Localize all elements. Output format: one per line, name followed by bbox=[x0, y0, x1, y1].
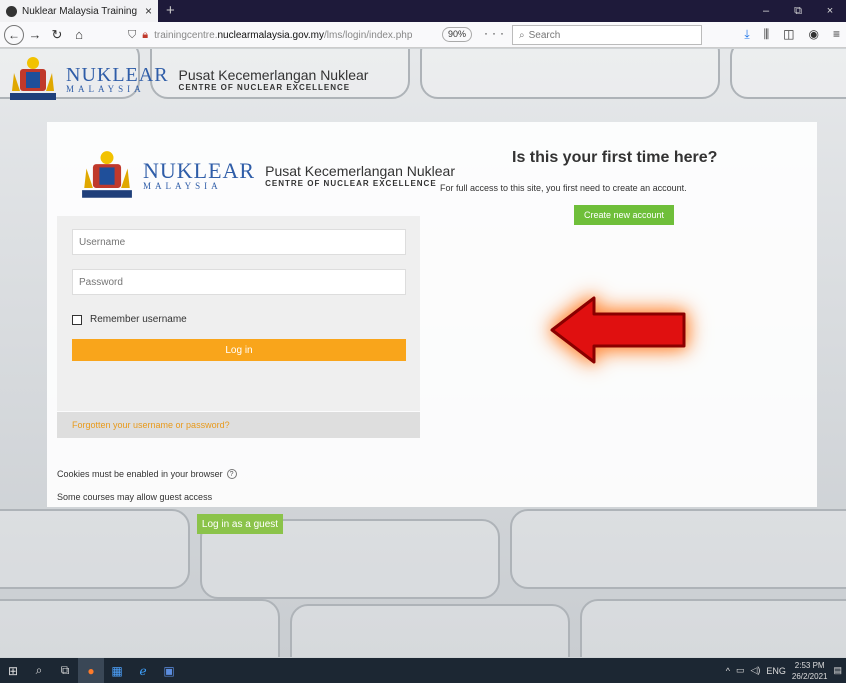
forgot-password-strip: Forgotten your username or password? bbox=[57, 412, 420, 438]
tab-close-icon[interactable]: × bbox=[145, 4, 152, 18]
menu-icon[interactable]: ≡ bbox=[833, 27, 840, 42]
network-icon[interactable]: ▭ bbox=[736, 665, 745, 676]
login-button[interactable]: Log in bbox=[72, 339, 406, 361]
remember-checkbox[interactable] bbox=[72, 314, 82, 325]
guest-access-note: Some courses may allow guest access bbox=[57, 492, 213, 502]
red-arrow-annotation-icon bbox=[550, 296, 686, 364]
reload-icon[interactable]: ↻ bbox=[46, 27, 68, 43]
remember-label: Remember username bbox=[90, 314, 187, 325]
brick-decoration bbox=[580, 599, 846, 657]
navigation-bar: ← → ↻ ⌂ ⛉ 🔒︎ trainingcentre.nuclearmalay… bbox=[0, 22, 846, 48]
site-header[interactable]: NUKLEAR MALAYSIA Pusat Kecemerlangan Nuk… bbox=[6, 55, 368, 103]
create-account-button[interactable]: Create new account bbox=[574, 205, 674, 225]
page-background: NUKLEAR MALAYSIA Pusat Kecemerlangan Nuk… bbox=[0, 49, 846, 657]
nuklear-logo: NUKLEAR MALAYSIA bbox=[66, 63, 169, 94]
zoom-indicator[interactable]: 90% bbox=[442, 27, 473, 42]
windows-taskbar: ⊞ ⌕ ⧉ ● ▦ ℯ ▣ ^ ▭ ◁) ENG 2:53 PM 26/2/20… bbox=[0, 658, 846, 683]
account-icon[interactable]: ◉ bbox=[809, 27, 819, 42]
minimize-icon[interactable]: – bbox=[750, 0, 782, 22]
forgot-password-link[interactable]: Forgotten your username or password? bbox=[72, 420, 230, 430]
url-text: trainingcentre.nuclearmalaysia.gov.my/lm… bbox=[154, 29, 413, 41]
home-icon[interactable]: ⌂ bbox=[68, 27, 90, 42]
help-icon[interactable]: ? bbox=[226, 469, 237, 479]
brick-decoration bbox=[0, 509, 190, 589]
word-icon[interactable]: ▣ bbox=[156, 658, 182, 683]
brick-decoration bbox=[730, 49, 846, 99]
brick-decoration bbox=[510, 509, 846, 589]
first-time-heading: Is this your first time here? bbox=[512, 149, 718, 166]
chevron-up-icon[interactable]: ^ bbox=[726, 666, 730, 676]
username-input[interactable] bbox=[72, 229, 406, 255]
new-tab-button[interactable]: + bbox=[166, 2, 175, 19]
password-input[interactable] bbox=[72, 269, 406, 295]
cookies-text: Cookies must be enabled in your browser bbox=[57, 469, 223, 479]
remember-username[interactable]: Remember username bbox=[72, 314, 187, 325]
library-icon[interactable]: ⫼ bbox=[764, 27, 770, 42]
malaysia-crest-icon bbox=[82, 151, 132, 198]
first-time-text: For full access to this site, you first … bbox=[440, 183, 687, 193]
malaysia-crest-icon bbox=[10, 57, 56, 100]
search-icon[interactable]: ⌕ bbox=[26, 658, 52, 683]
volume-icon[interactable]: ◁) bbox=[750, 665, 760, 676]
sidebar-icon[interactable]: ◫ bbox=[783, 27, 794, 42]
insecure-lock-icon[interactable]: 🔒︎ bbox=[142, 29, 148, 42]
cookies-notice: Cookies must be enabled in your browser … bbox=[57, 469, 237, 479]
search-box[interactable]: ⌕ Search bbox=[512, 25, 702, 45]
clock[interactable]: 2:53 PM 26/2/2021 bbox=[792, 660, 828, 682]
time: 2:53 PM bbox=[794, 660, 825, 670]
card-logo: NUKLEAR MALAYSIA Pusat Kecemerlangan Nuk… bbox=[77, 149, 455, 201]
download-icon[interactable]: ⤓ bbox=[744, 27, 749, 42]
tab-bar: Nuklear Malaysia Training Cent × + – ⧉ × bbox=[0, 0, 846, 22]
guest-login-button[interactable]: Log in as a guest bbox=[197, 514, 283, 534]
forward-icon[interactable]: → bbox=[24, 27, 46, 42]
firefox-icon[interactable]: ● bbox=[78, 658, 104, 683]
nuklear-logo: NUKLEAR MALAYSIA bbox=[143, 157, 256, 191]
system-tray: ^ ▭ ◁) ENG 2:53 PM 26/2/2021 ▤ bbox=[726, 658, 842, 683]
brick-decoration bbox=[0, 599, 280, 657]
centre-name: Pusat Kecemerlangan Nuklear CENTRE OF NU… bbox=[178, 66, 369, 92]
site-favicon-icon bbox=[6, 5, 17, 17]
search-placeholder: Search bbox=[528, 29, 561, 41]
back-button[interactable]: ← bbox=[4, 24, 24, 45]
close-window-icon[interactable]: × bbox=[814, 0, 846, 22]
window-controls: – ⧉ × bbox=[750, 0, 846, 22]
brick-decoration bbox=[420, 49, 720, 99]
back-arrow-icon: ← bbox=[8, 27, 20, 42]
task-view-icon[interactable]: ⧉ bbox=[52, 658, 78, 683]
store-icon[interactable]: ▦ bbox=[104, 658, 130, 683]
login-card: NUKLEAR MALAYSIA Pusat Kecemerlangan Nuk… bbox=[47, 122, 817, 534]
search-icon: ⌕ bbox=[519, 29, 525, 41]
tracking-shield-icon[interactable]: ⛉ bbox=[128, 29, 136, 42]
maximize-icon[interactable]: ⧉ bbox=[782, 0, 814, 22]
login-form: Remember username Log in bbox=[57, 216, 420, 411]
tab-title: Nuklear Malaysia Training Cent bbox=[22, 5, 140, 17]
windows-start-icon[interactable]: ⊞ bbox=[0, 658, 26, 683]
date: 26/2/2021 bbox=[791, 671, 828, 681]
browser-tab[interactable]: Nuklear Malaysia Training Cent × bbox=[0, 0, 158, 22]
edge-icon[interactable]: ℯ bbox=[130, 658, 156, 683]
brick-decoration bbox=[290, 604, 570, 657]
notification-icon[interactable]: ▤ bbox=[833, 665, 842, 676]
centre-name: Pusat Kecemerlangan Nuklear CENTRE OF NU… bbox=[265, 162, 455, 188]
language-indicator[interactable]: ENG bbox=[766, 666, 786, 676]
toolbar-icons: ⤓ ⫼ ◫ ◉ ≡ bbox=[744, 27, 840, 42]
